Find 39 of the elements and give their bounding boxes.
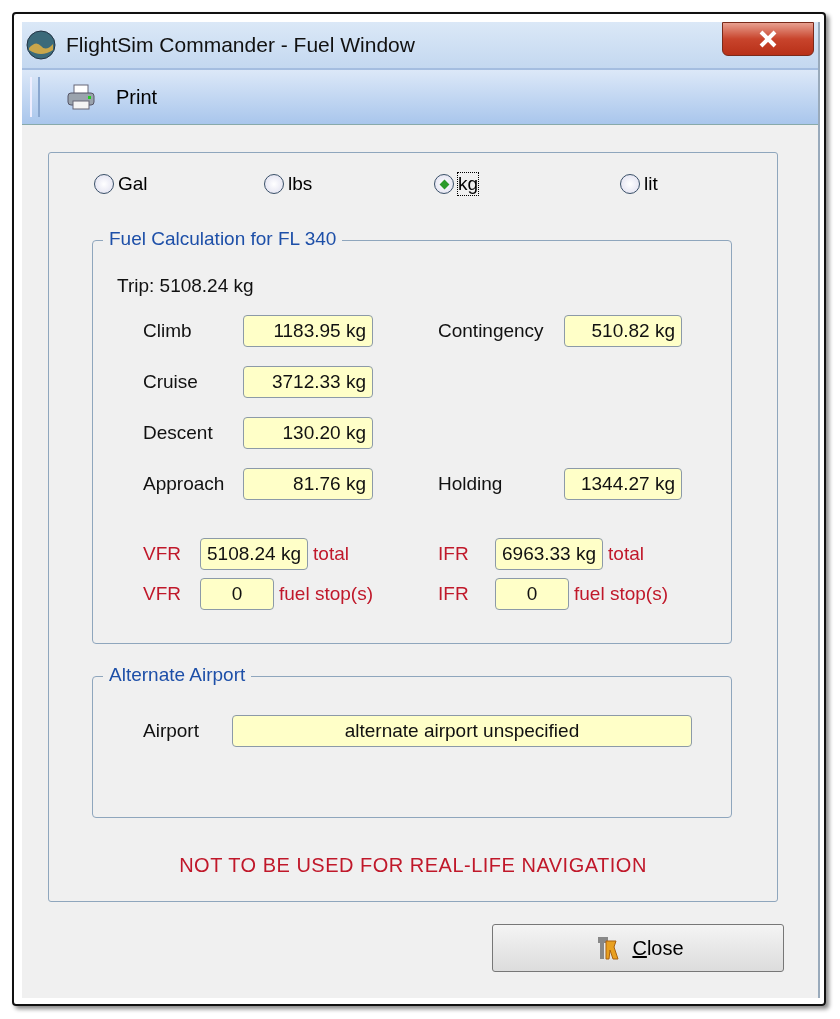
close-icon[interactable] bbox=[722, 22, 814, 56]
fuel-field[interactable]: 81.76 kg bbox=[243, 468, 373, 500]
fuel-label: Climb bbox=[143, 320, 193, 342]
fuel-label: Holding bbox=[438, 473, 504, 495]
app-globe-icon bbox=[26, 30, 56, 60]
total-field[interactable]: 0 bbox=[200, 578, 274, 610]
print-button[interactable]: Print bbox=[66, 83, 158, 111]
airport-label: Airport bbox=[143, 720, 199, 742]
total-suffix: fuel stop(s) bbox=[574, 583, 668, 605]
total-suffix: fuel stop(s) bbox=[279, 583, 373, 605]
toolbar-grip[interactable] bbox=[30, 77, 40, 117]
total-suffix: total bbox=[313, 543, 349, 565]
total-label: IFR bbox=[438, 543, 470, 565]
printer-icon bbox=[66, 83, 96, 111]
total-label: VFR bbox=[143, 543, 182, 565]
total-label: IFR bbox=[438, 583, 470, 605]
window-title: FlightSim Commander - Fuel Window bbox=[66, 33, 415, 57]
warning-text: NOT TO BE USED FOR REAL-LIFE NAVIGATION bbox=[178, 854, 648, 877]
total-field[interactable]: 5108.24 kg bbox=[200, 538, 309, 570]
unit-radio[interactable]: lbs bbox=[264, 173, 434, 195]
fuel-label: Approach bbox=[143, 473, 226, 495]
fuel-field[interactable]: 1183.95 kg bbox=[243, 315, 373, 347]
trip-text: Trip: 5108.24 kg bbox=[117, 275, 255, 297]
unit-radio[interactable]: lit bbox=[620, 173, 740, 195]
fuel-field[interactable]: 1344.27 kg bbox=[564, 468, 682, 500]
fuel-field[interactable]: 3712.33 kg bbox=[243, 366, 373, 398]
fuel-label: Cruise bbox=[143, 371, 199, 393]
fuel-label: Contingency bbox=[438, 320, 545, 342]
total-field[interactable]: 6963.33 kg bbox=[495, 538, 604, 570]
total-label: VFR bbox=[143, 583, 182, 605]
total-suffix: total bbox=[608, 543, 644, 565]
fuel-label: Descent bbox=[143, 422, 214, 444]
total-field[interactable]: 0 bbox=[495, 578, 569, 610]
close-button[interactable]: Close bbox=[492, 924, 784, 972]
fuel-field[interactable]: 510.82 kg bbox=[564, 315, 682, 347]
fuel-field[interactable]: 130.20 kg bbox=[243, 417, 373, 449]
unit-radio[interactable]: kg bbox=[434, 173, 620, 195]
unit-radio[interactable]: Gal bbox=[94, 173, 264, 195]
airport-field[interactable]: alternate airport unspecified bbox=[231, 715, 692, 747]
